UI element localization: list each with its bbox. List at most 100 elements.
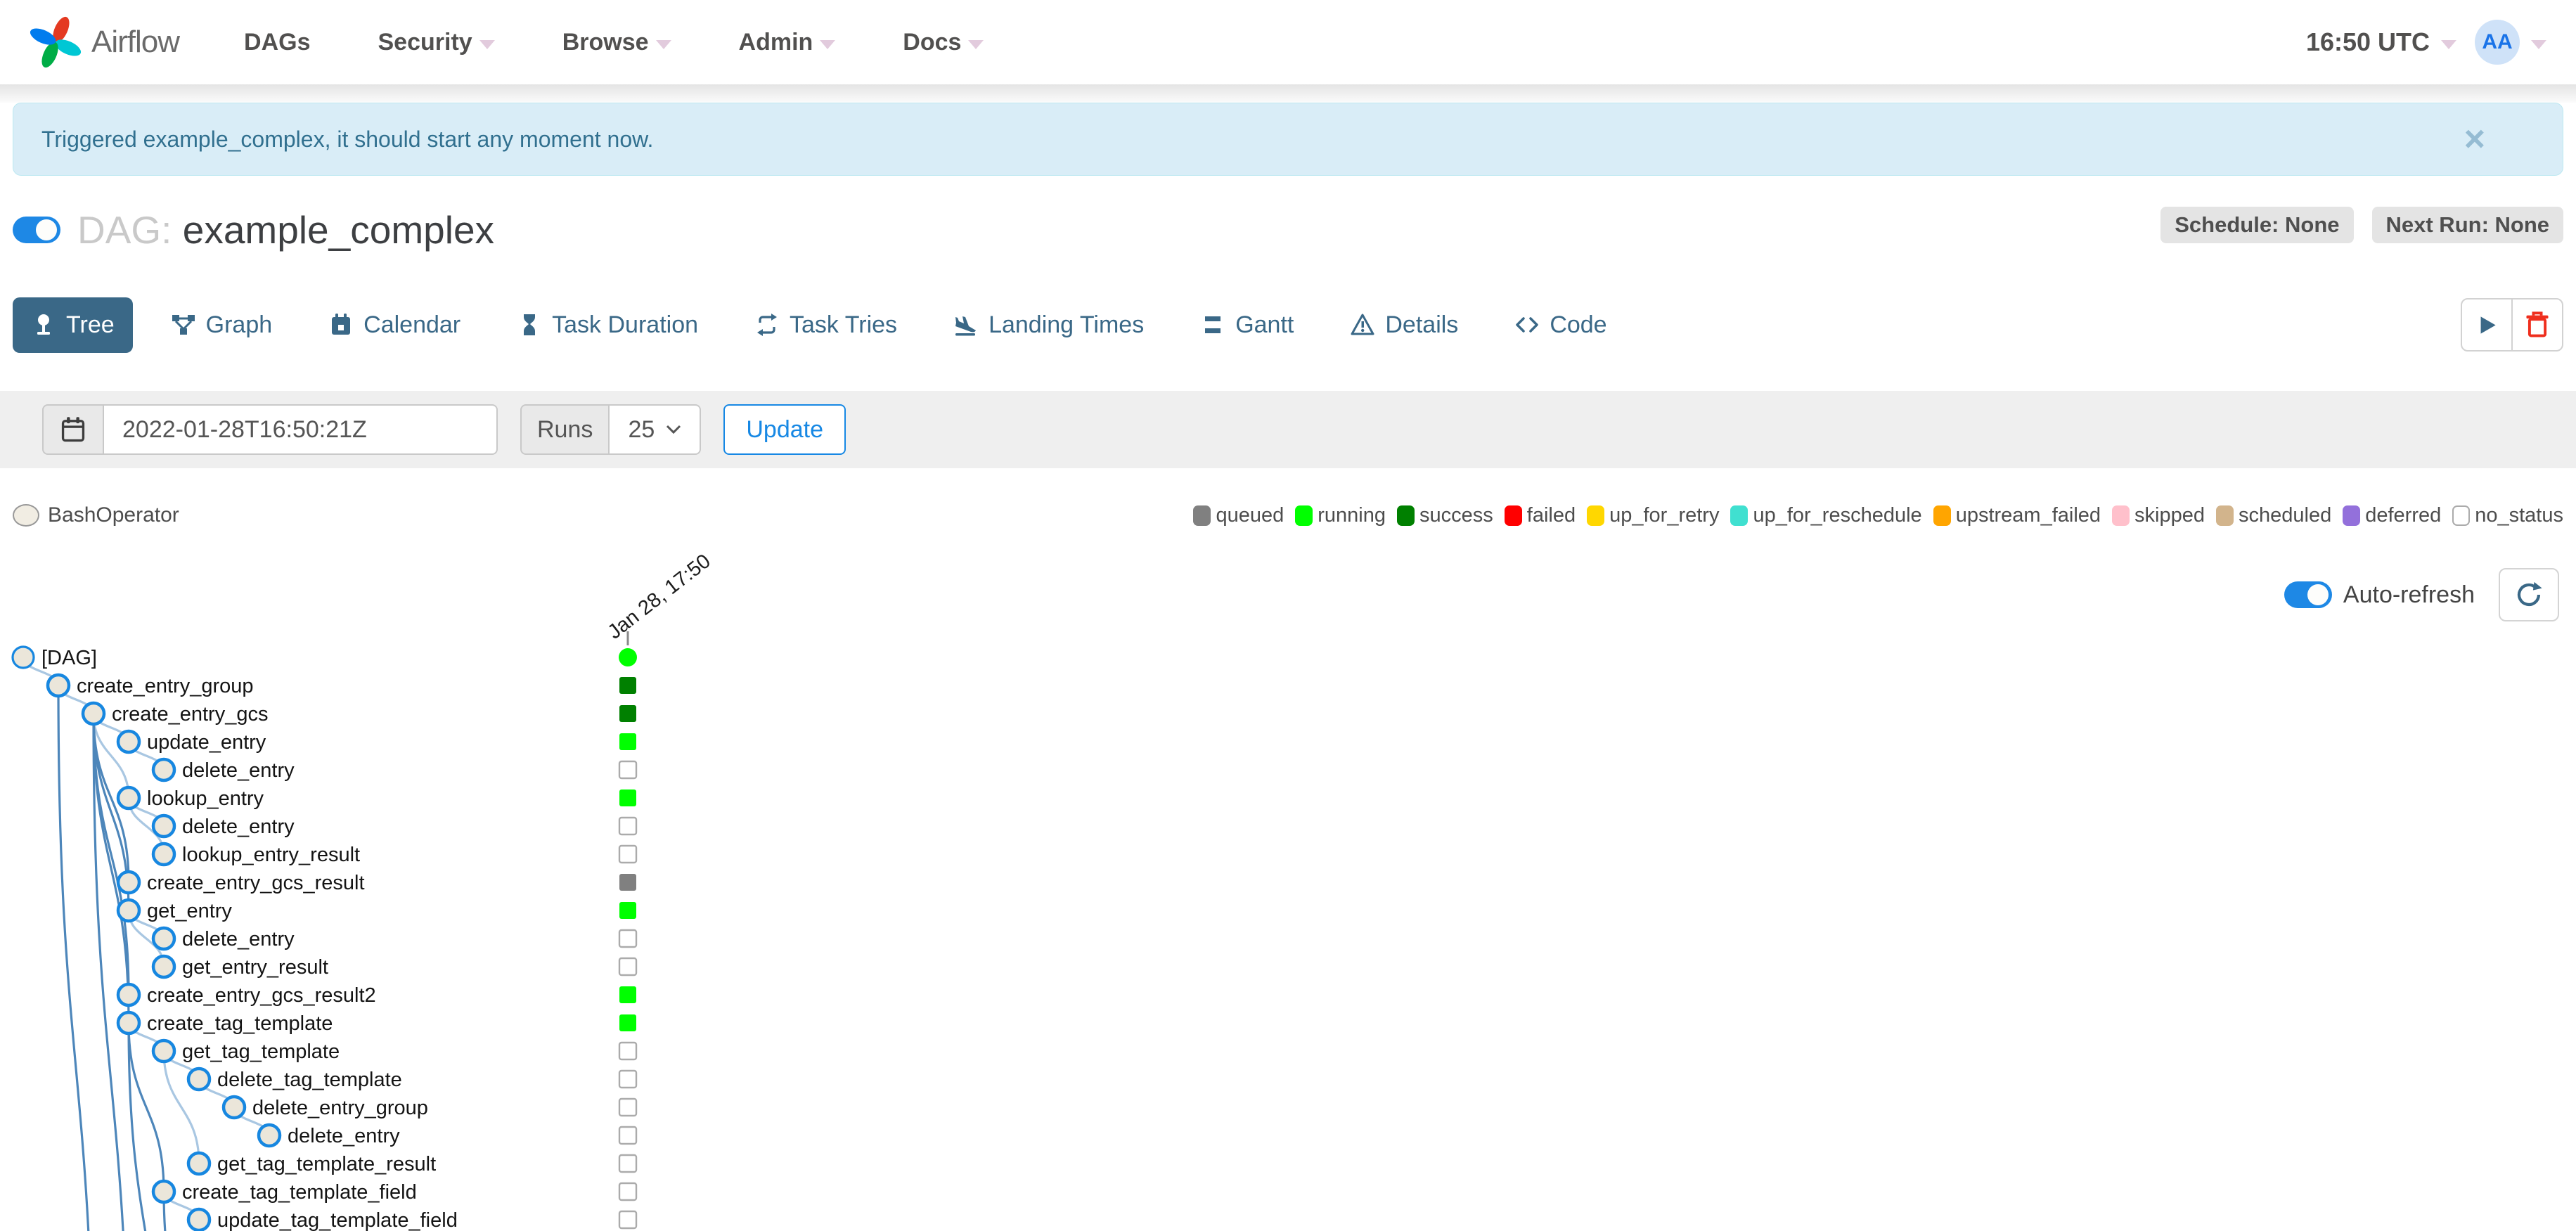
- task-label[interactable]: delete_entry: [182, 759, 295, 782]
- task-status-square-no_status[interactable]: [618, 816, 638, 836]
- task-status-square-running[interactable]: [619, 902, 636, 919]
- task-node-circle[interactable]: [151, 813, 176, 839]
- task-status-square-success[interactable]: [619, 705, 636, 722]
- auto-refresh-toggle[interactable]: [2284, 581, 2332, 608]
- task-status-square-no_status[interactable]: [618, 1154, 638, 1173]
- tree-node-create_entry_gcs[interactable]: create_entry_gcs: [81, 701, 636, 726]
- tree-node-delete_entry[interactable]: delete_entry: [151, 926, 638, 951]
- task-label[interactable]: get_tag_template_result: [217, 1153, 436, 1175]
- tree-node-delete_entry[interactable]: delete_entry: [151, 813, 638, 839]
- task-status-square-success[interactable]: [619, 677, 636, 694]
- task-label[interactable]: create_entry_group: [77, 675, 254, 697]
- task-status-square-no_status[interactable]: [618, 929, 638, 948]
- tab-landing-times[interactable]: Landing Times: [935, 297, 1162, 353]
- tab-gantt[interactable]: Gantt: [1182, 297, 1312, 353]
- airflow-brand[interactable]: Airflow: [30, 16, 180, 68]
- task-label[interactable]: delete_entry: [182, 816, 295, 838]
- task-label[interactable]: get_entry: [147, 900, 232, 922]
- base-date-input[interactable]: [104, 404, 498, 455]
- tree-node-create_entry_gcs_result2[interactable]: create_entry_gcs_result2: [116, 982, 636, 1007]
- delete-dag-button[interactable]: [2511, 298, 2563, 352]
- task-node-circle[interactable]: [151, 757, 176, 782]
- tree-node-get_tag_template[interactable]: get_tag_template: [151, 1038, 638, 1064]
- tree-node-delete_entry[interactable]: delete_entry: [151, 757, 638, 782]
- task-status-square-no_status[interactable]: [618, 844, 638, 864]
- task-status-square-no_status[interactable]: [618, 1069, 638, 1089]
- tab-calendar[interactable]: Calendar: [310, 297, 479, 353]
- tree-node-lookup_entry_result[interactable]: lookup_entry_result: [151, 842, 638, 867]
- tab-task-tries[interactable]: Task Tries: [736, 297, 915, 353]
- task-label[interactable]: delete_entry: [288, 1125, 400, 1147]
- tab-graph[interactable]: Graph: [153, 297, 291, 353]
- tree-node-update_tag_template_field[interactable]: update_tag_template_field: [186, 1207, 638, 1231]
- tree-node-delete_entry_group[interactable]: delete_entry_group: [221, 1095, 638, 1120]
- task-label[interactable]: get_entry_result: [182, 956, 328, 979]
- task-status-square-running[interactable]: [619, 733, 636, 750]
- task-label[interactable]: [DAG]: [41, 647, 97, 669]
- task-node-circle[interactable]: [186, 1151, 212, 1176]
- nav-item-security[interactable]: Security: [378, 29, 495, 56]
- trigger-dag-button[interactable]: [2461, 298, 2513, 352]
- tab-tree[interactable]: Tree: [13, 297, 133, 353]
- task-node-circle[interactable]: [116, 870, 141, 895]
- task-status-square-running[interactable]: [619, 1014, 636, 1031]
- task-node-circle[interactable]: [186, 1207, 212, 1231]
- nav-item-docs[interactable]: Docs: [903, 29, 984, 56]
- dag-pause-toggle[interactable]: [13, 217, 60, 243]
- task-label[interactable]: create_entry_gcs_result: [147, 872, 365, 894]
- update-button[interactable]: Update: [723, 404, 846, 455]
- task-node-circle[interactable]: [151, 954, 176, 979]
- task-label[interactable]: get_tag_template: [182, 1040, 340, 1063]
- task-label[interactable]: create_tag_template: [147, 1012, 333, 1035]
- tree-node-get_entry[interactable]: get_entry: [116, 898, 636, 923]
- run-status-circle-running[interactable]: [619, 648, 637, 666]
- task-label[interactable]: create_entry_gcs: [112, 703, 268, 726]
- tree-node-delete_entry[interactable]: delete_entry: [257, 1123, 638, 1148]
- nav-item-browse[interactable]: Browse: [562, 29, 671, 56]
- task-status-square-no_status[interactable]: [618, 760, 638, 780]
- tab-details[interactable]: Details: [1332, 297, 1476, 353]
- tree-node-create_entry_gcs_result[interactable]: create_entry_gcs_result: [116, 870, 636, 895]
- task-node-circle[interactable]: [116, 785, 141, 811]
- user-menu[interactable]: AA: [2475, 20, 2546, 65]
- tree-node-create_tag_template[interactable]: create_tag_template: [116, 1010, 636, 1036]
- task-label[interactable]: delete_entry_group: [252, 1097, 428, 1119]
- task-node-circle[interactable]: [257, 1123, 282, 1148]
- tab-code[interactable]: Code: [1496, 297, 1625, 353]
- task-status-square-no_status[interactable]: [618, 957, 638, 977]
- task-status-square-no_status[interactable]: [618, 1210, 638, 1230]
- close-icon[interactable]: ×: [2464, 121, 2485, 157]
- tree-node-delete_tag_template[interactable]: delete_tag_template: [186, 1066, 638, 1092]
- task-node-circle[interactable]: [11, 645, 35, 669]
- task-node-circle[interactable]: [116, 982, 141, 1007]
- task-node-circle[interactable]: [46, 673, 71, 698]
- tree-node-create_tag_template_field[interactable]: create_tag_template_field: [151, 1179, 638, 1204]
- task-label[interactable]: lookup_entry: [147, 787, 264, 810]
- task-status-square-no_status[interactable]: [618, 1041, 638, 1061]
- tree-node-create_entry_group[interactable]: create_entry_group: [46, 673, 636, 698]
- tree-node-lookup_entry[interactable]: lookup_entry: [116, 785, 636, 811]
- task-status-square-running[interactable]: [619, 789, 636, 806]
- task-status-square-no_status[interactable]: [618, 1182, 638, 1201]
- task-label[interactable]: delete_entry: [182, 928, 295, 950]
- nav-item-admin[interactable]: Admin: [739, 29, 836, 56]
- task-status-square-no_status[interactable]: [618, 1097, 638, 1117]
- task-node-circle[interactable]: [151, 1038, 176, 1064]
- task-node-circle[interactable]: [151, 842, 176, 867]
- task-label[interactable]: delete_tag_template: [217, 1069, 402, 1091]
- task-node-circle[interactable]: [81, 701, 106, 726]
- task-node-circle[interactable]: [221, 1095, 247, 1120]
- task-node-circle[interactable]: [116, 1010, 141, 1036]
- refresh-button[interactable]: [2499, 568, 2559, 621]
- num-runs-select[interactable]: 25: [610, 404, 702, 455]
- task-label[interactable]: update_tag_template_field: [217, 1209, 458, 1231]
- task-node-circle[interactable]: [151, 926, 176, 951]
- tab-task-duration[interactable]: Task Duration: [498, 297, 716, 353]
- tree-node-get_entry_result[interactable]: get_entry_result: [151, 954, 638, 979]
- task-label[interactable]: lookup_entry_result: [182, 844, 360, 866]
- task-node-circle[interactable]: [151, 1179, 176, 1204]
- nav-item-dags[interactable]: DAGs: [244, 29, 310, 56]
- task-label[interactable]: update_entry: [147, 731, 266, 754]
- task-node-circle[interactable]: [116, 898, 141, 923]
- task-status-square-no_status[interactable]: [618, 1126, 638, 1145]
